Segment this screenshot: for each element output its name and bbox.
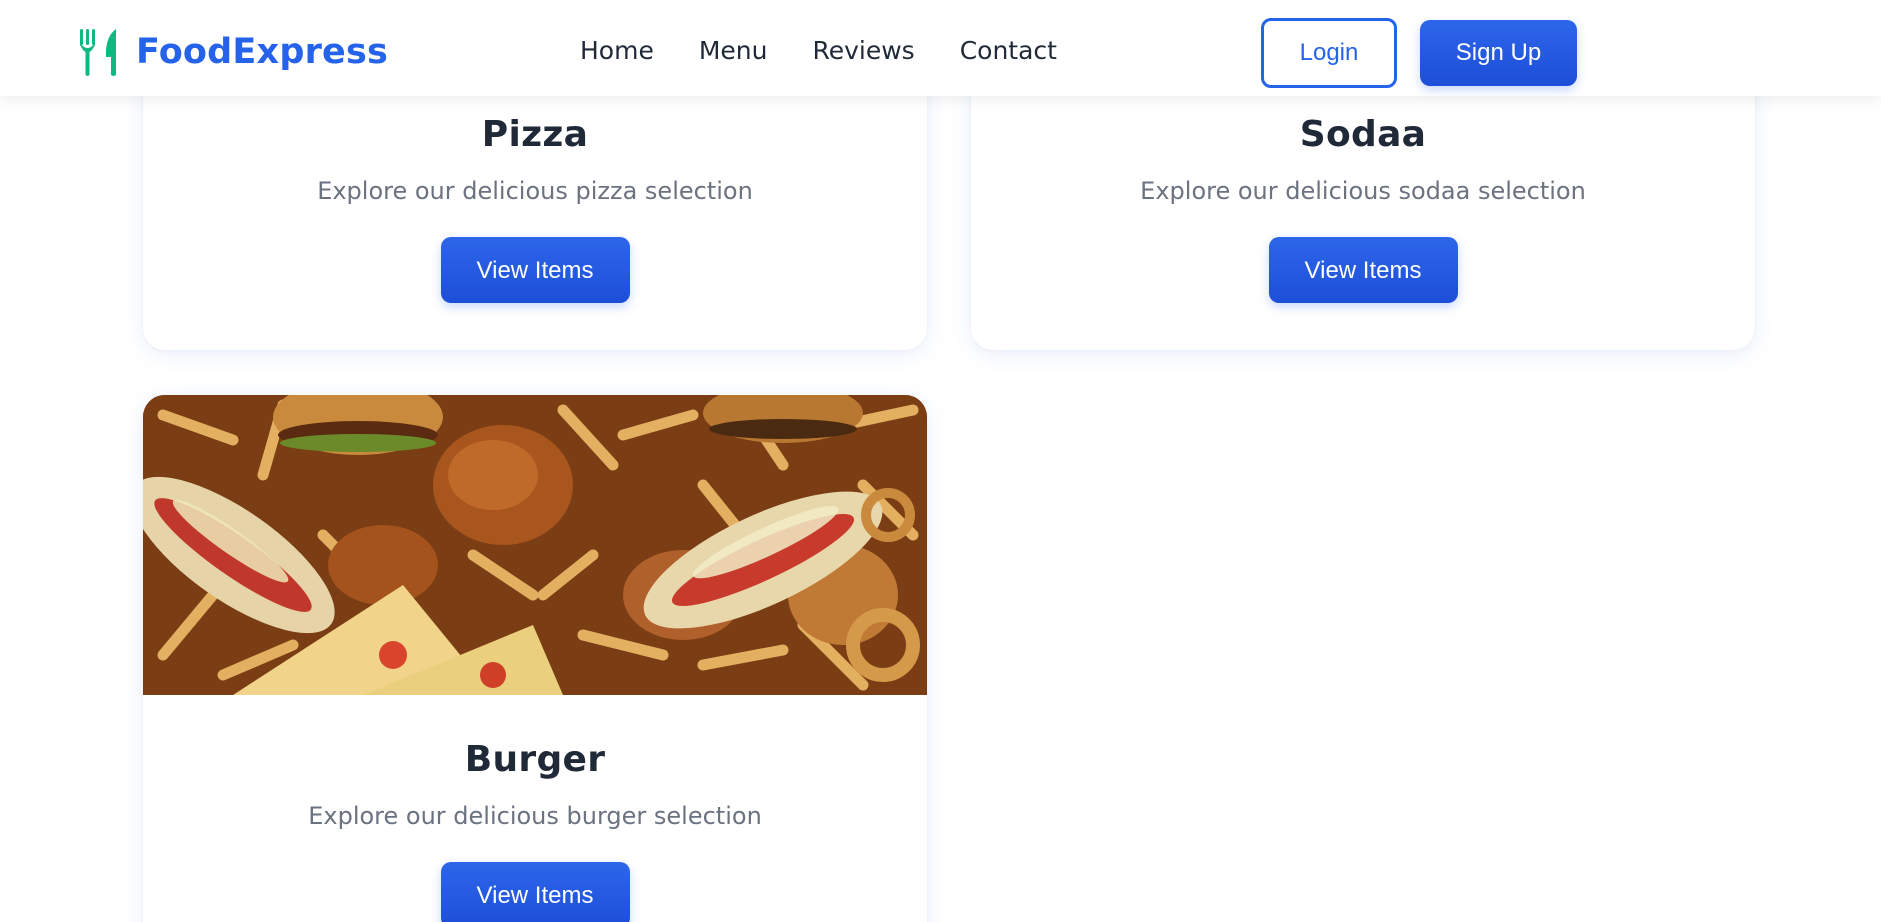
card-title: Sodaa: [1299, 114, 1427, 155]
burger-image: [143, 395, 927, 695]
view-items-button-pizza[interactable]: View Items: [440, 237, 630, 303]
card-body: Burger Explore our delicious burger sele…: [143, 739, 927, 922]
card-title: Burger: [464, 739, 606, 780]
nav-menu[interactable]: Menu: [699, 36, 768, 65]
nav-reviews[interactable]: Reviews: [812, 36, 914, 65]
nav-contact[interactable]: Contact: [960, 36, 1057, 65]
utensils-icon: [78, 27, 122, 77]
brand-name: FoodExpress: [136, 32, 389, 72]
site-header: FoodExpress Home Menu Reviews Contact Lo…: [0, 0, 1881, 96]
main-nav: Home Menu Reviews Contact: [580, 36, 1102, 65]
card-description: Explore our delicious pizza selection: [317, 177, 753, 205]
card-body: Sodaa Explore our delicious sodaa select…: [971, 114, 1755, 303]
logo[interactable]: FoodExpress: [78, 26, 388, 78]
card-title: Pizza: [481, 114, 589, 155]
card-description: Explore our delicious sodaa selection: [1140, 177, 1586, 205]
signup-button[interactable]: Sign Up: [1420, 20, 1577, 86]
category-card-burger: Burger Explore our delicious burger sele…: [143, 395, 927, 922]
view-items-button-sodaa[interactable]: View Items: [1268, 237, 1458, 303]
nav-home[interactable]: Home: [580, 36, 654, 65]
card-body: Pizza Explore our delicious pizza select…: [143, 114, 927, 303]
card-description: Explore our delicious burger selection: [308, 802, 762, 830]
login-button[interactable]: Login: [1261, 18, 1397, 88]
view-items-button-burger[interactable]: View Items: [440, 862, 630, 922]
page: Pizza Explore our delicious pizza select…: [0, 0, 1881, 922]
